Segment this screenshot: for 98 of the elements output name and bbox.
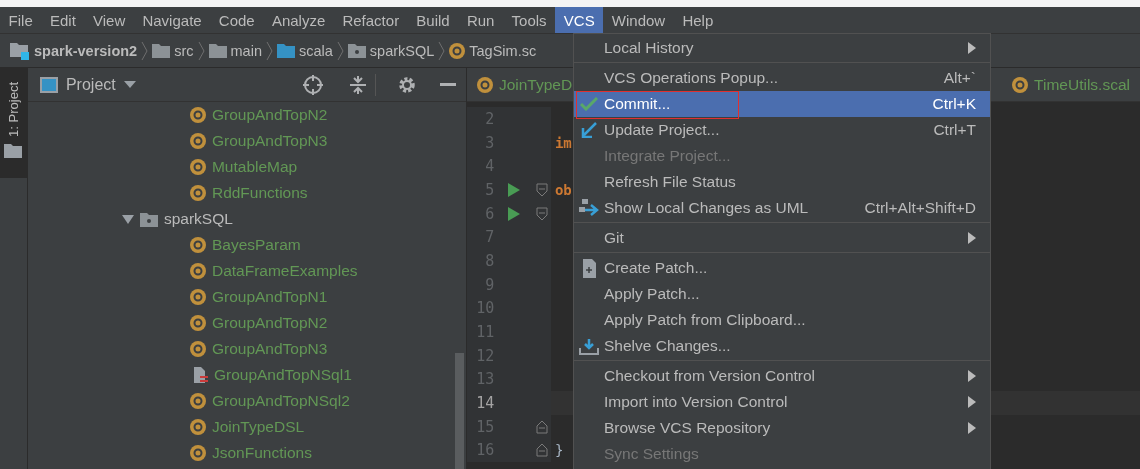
tree-item[interactable]: GroupAndTopN2 [211,106,328,124]
object-icon [449,42,466,59]
fold-icon[interactable] [536,182,549,197]
minimize-icon[interactable] [439,82,456,87]
menu-title[interactable]: Run [458,7,503,33]
breadcrumb-item[interactable]: scala [298,42,333,59]
menu-item[interactable]: Checkout from Version Control [574,363,990,389]
line-number: 14 [475,394,495,413]
breadcrumb-item[interactable]: spark-version2 [34,42,138,59]
document-icon [581,258,597,278]
folder-icon [208,43,227,58]
scrollbar-thumb[interactable] [454,353,464,469]
tree-item[interactable]: GroupAndTopN3 [211,132,328,150]
object-icon [1012,76,1029,93]
menu-item[interactable]: Shelve Changes... [574,333,990,359]
tree-item[interactable]: RddFunctions [211,184,308,202]
tree-item[interactable]: BayesParam [211,236,301,254]
module-icon [10,41,30,60]
breadcrumb-item[interactable]: main [230,42,262,59]
menu-title[interactable]: Window [603,7,674,33]
tree-item[interactable]: JoinTypeDSL [211,418,305,436]
object-icon [189,159,206,175]
dropdown-icon[interactable] [123,80,136,89]
arrow-icon [581,122,597,138]
object-icon [189,289,206,305]
object-icon [189,315,206,331]
menu-item[interactable]: Local History [574,35,990,61]
folder-icon [4,142,23,158]
breadcrumb-item[interactable]: sparkSQL [369,42,435,59]
menu-item[interactable]: Show Local Changes as UML Ctrl+Alt+Shift+D [574,195,990,221]
object-icon [189,263,206,279]
fold-icon[interactable] [536,206,549,221]
folder-icon [276,43,295,58]
tree-item[interactable]: JsonFunctions [211,444,312,462]
folder-icon [152,43,171,58]
target-icon[interactable] [302,74,323,95]
settings-icon[interactable] [397,75,416,94]
collapse-icon[interactable] [348,74,367,95]
menu-title[interactable]: VCS [555,7,604,33]
menu-title[interactable]: Edit [41,7,85,33]
package-icon [139,211,158,227]
object-icon [189,107,206,123]
tree-item[interactable]: GroupAndTopN2 [211,314,328,332]
tree-item[interactable]: GroupAndTopNSql1 [213,366,352,384]
code-text: im [554,134,572,151]
object-icon [189,185,206,201]
check-icon [580,97,598,111]
run-icon[interactable] [507,206,520,221]
breadcrumb-item[interactable]: TagSim.sc [469,42,537,59]
menu-item[interactable]: Update Project... Ctrl+T [574,117,990,143]
menu-title[interactable]: Help [673,7,722,33]
menu-title[interactable]: Navigate [133,7,211,33]
tree-item[interactable]: GroupAndTopN1 [211,288,328,306]
window-icon [39,76,58,93]
menu-item[interactable]: Commit... Ctrl+K [574,91,990,117]
menu-item[interactable]: Apply Patch... [574,281,990,307]
fold-icon[interactable] [536,419,549,434]
chevron-icon [336,40,344,61]
breadcrumb-item[interactable]: src [174,42,194,59]
object-icon [189,341,206,357]
code-text: ob [554,181,572,198]
chevron-icon [438,40,446,61]
menu-item[interactable]: Refresh File Status [574,169,990,195]
object-icon [189,133,206,149]
package-icon [347,43,366,58]
menu-title[interactable]: Tools [503,7,556,33]
tree-item[interactable]: DataFrameExamples [211,262,358,280]
code-text: } [554,442,564,459]
menu-title[interactable]: Code [210,7,264,33]
run-icon[interactable] [507,182,520,197]
menu-title[interactable]: View [84,7,134,33]
diagram-icon [579,199,599,217]
menu-title[interactable]: Refactor [333,7,408,33]
object-icon [189,393,206,409]
fold-icon[interactable] [536,443,549,458]
object-icon [476,76,493,93]
object-icon [189,237,206,253]
menu-title[interactable]: File [0,7,42,33]
menu-item[interactable]: Create Patch... [574,255,990,281]
panel-title[interactable]: Project [65,75,116,94]
menu-item[interactable]: Import into Version Control [574,389,990,415]
menu-title[interactable]: Build [407,7,459,33]
chevron-icon [141,40,149,61]
chevron-icon [265,40,273,61]
tree-item[interactable]: GroupAndTopN3 [211,340,328,358]
editor-tab[interactable]: TimeUtils.scal [1002,68,1140,101]
object-icon [189,445,206,461]
object-icon [189,419,206,435]
tree-item[interactable]: MutableMap [211,158,298,176]
chevron-icon [197,40,205,61]
menu-item[interactable]: Git [574,225,990,251]
menu-title[interactable]: Analyze [263,7,334,33]
menu-item[interactable]: Browse VCS Repository [574,415,990,441]
expand-arrow-icon[interactable] [121,213,134,225]
tree-item[interactable]: sparkSQL [163,210,233,228]
menu-item[interactable]: Apply Patch from Clipboard... [574,307,990,333]
download-icon [579,337,599,355]
tree-item[interactable]: GroupAndTopNSql2 [211,392,350,410]
